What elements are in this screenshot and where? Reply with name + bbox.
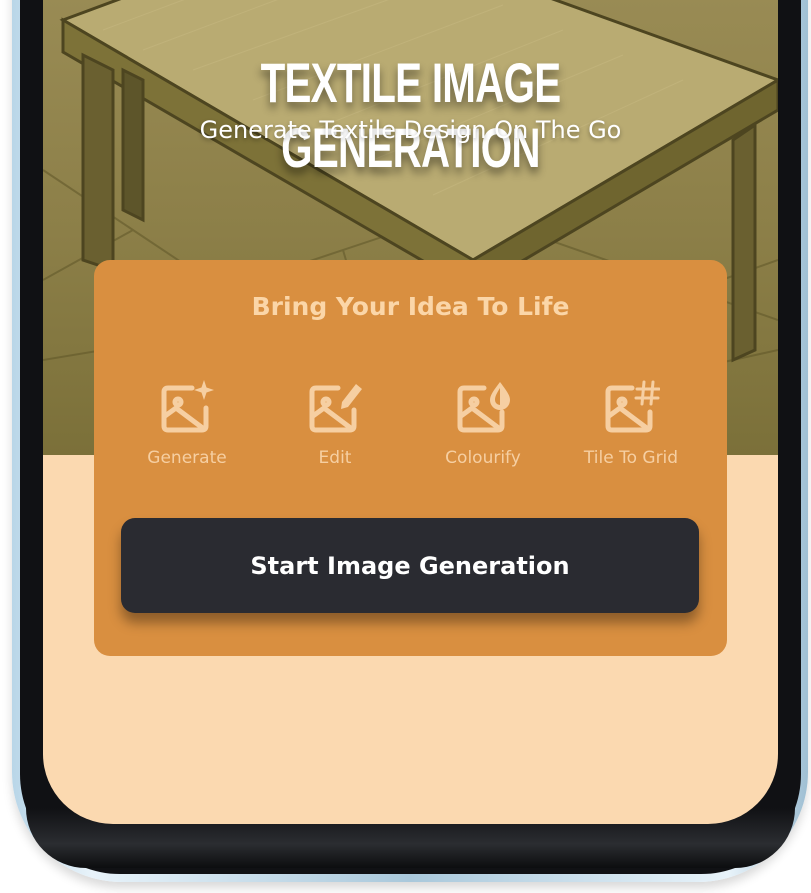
- card-heading: Bring Your Idea To Life: [251, 292, 570, 321]
- image-drop-icon: [457, 382, 510, 433]
- image-edit-icon: [309, 384, 362, 433]
- feature-label-generate: Generate: [147, 448, 227, 468]
- feature-label-tile-to-grid: Tile To Grid: [583, 448, 679, 468]
- app-subtitle: Generate Textile Design On The Go: [199, 116, 622, 144]
- feature-colourify[interactable]: Colourify: [408, 380, 558, 480]
- app-title: TEXTILE IMAGE GENERATION: [260, 51, 561, 179]
- feature-edit[interactable]: Edit: [260, 380, 410, 480]
- device-stage: TEXTILE IMAGE GENERATION Generate Textil…: [0, 0, 811, 893]
- image-grid-icon: [605, 380, 660, 433]
- feature-list: Generate Edit Colourify Tile To Grid: [112, 380, 712, 480]
- feature-label-edit: Edit: [318, 448, 352, 468]
- feature-label-colourify: Colourify: [445, 448, 521, 468]
- feature-generate[interactable]: Generate: [112, 380, 262, 480]
- feature-card: Bring Your Idea To Life Generate Edit Co…: [94, 260, 727, 656]
- image-sparkle-icon: [161, 380, 214, 433]
- feature-tile-to-grid[interactable]: Tile To Grid: [556, 380, 706, 480]
- start-image-generation-button[interactable]: Start Image Generation: [121, 518, 699, 613]
- app-screen: TEXTILE IMAGE GENERATION Generate Textil…: [43, 0, 778, 824]
